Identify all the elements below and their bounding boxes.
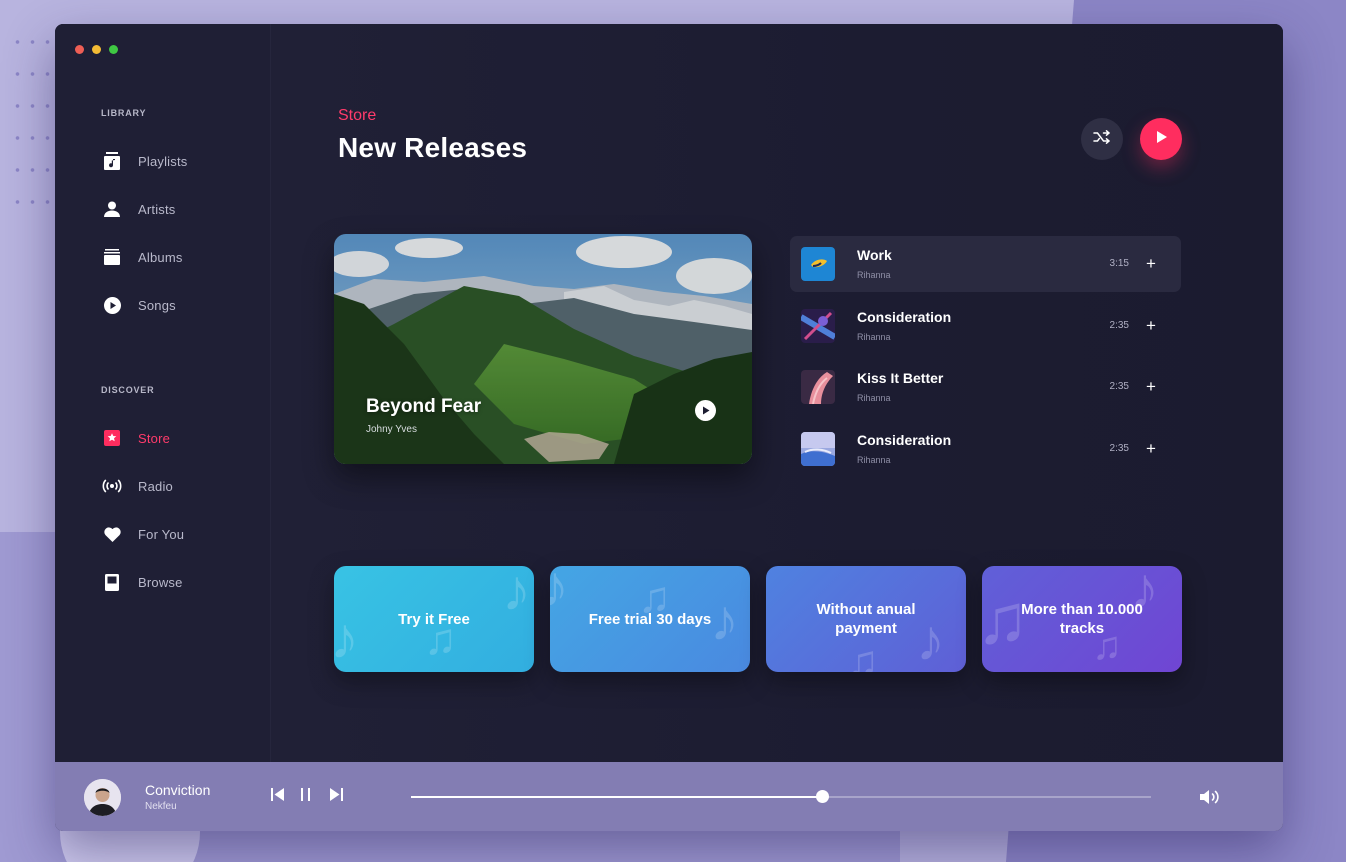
play-icon <box>702 402 710 420</box>
track-duration: 3:15 <box>1109 258 1129 269</box>
track-list: Work Rihanna 3:15 + Consideration Rihann… <box>790 236 1181 482</box>
window-controls <box>75 45 118 54</box>
sidebar-item-albums[interactable]: Albums <box>101 246 183 268</box>
now-playing-artist: Nekfeu <box>145 801 177 812</box>
track-title: Work <box>857 247 892 263</box>
add-track-button[interactable]: + <box>1143 437 1159 461</box>
music-note-icon: ♪ <box>550 566 569 619</box>
sidebar-item-songs[interactable]: Songs <box>101 294 176 316</box>
promo-text: Try it Free <box>398 610 470 628</box>
volume-button[interactable] <box>1198 787 1222 807</box>
background-dots <box>10 26 50 226</box>
promo-card-free-trial[interactable]: ♪ ♫ ♪ Free trial 30 days <box>550 566 750 672</box>
radio-icon <box>101 475 123 497</box>
breadcrumb[interactable]: Store <box>338 107 376 125</box>
shuffle-button[interactable] <box>1081 118 1123 160</box>
track-thumbnail <box>801 308 835 343</box>
pause-icon <box>300 787 312 807</box>
pause-button[interactable] <box>297 788 315 806</box>
user-icon <box>101 198 123 220</box>
track-duration: 2:35 <box>1109 381 1129 392</box>
play-circle-icon <box>101 294 123 316</box>
star-badge-icon <box>101 427 123 449</box>
sidebar-item-store[interactable]: Store <box>101 427 170 449</box>
track-row[interactable]: Consideration Rihanna 2:35 + <box>790 298 1181 354</box>
library-section-title: LIBRARY <box>101 108 147 118</box>
track-thumbnail <box>801 431 835 466</box>
music-note-icon: ♪ <box>334 606 359 671</box>
close-window-button[interactable] <box>75 45 84 54</box>
discover-section-title: DISCOVER <box>101 385 155 395</box>
track-artist: Rihanna <box>857 270 891 280</box>
sidebar-item-playlists[interactable]: Playlists <box>101 150 187 172</box>
promo-card-try-free[interactable]: ♪ ♫ ♪ Try it Free <box>334 566 534 672</box>
sidebar-item-radio[interactable]: Radio <box>101 475 173 497</box>
track-duration: 2:35 <box>1109 442 1129 454</box>
track-title: Consideration <box>857 431 952 448</box>
heart-icon <box>101 523 123 545</box>
sidebar-item-label: Artists <box>138 201 176 217</box>
sidebar-item-artists[interactable]: Artists <box>101 198 176 220</box>
promo-card-no-annual[interactable]: ♪ ♫ Without anual payment <box>766 566 966 672</box>
shuffle-icon <box>1093 129 1111 149</box>
promo-text: Without anual payment <box>816 601 916 637</box>
sidebar-item-label: Store <box>138 430 171 446</box>
add-track-button[interactable]: + <box>1143 375 1159 399</box>
track-duration: 2:35 <box>1109 319 1129 331</box>
next-button[interactable] <box>327 788 345 806</box>
page-title: New Releases <box>338 132 528 163</box>
skip-forward-icon <box>329 787 344 807</box>
now-playing-title: Conviction <box>145 782 211 798</box>
progress-handle[interactable] <box>815 790 829 803</box>
main-content: Store New Releases Beyond Fear Johny Yve… <box>271 24 1283 762</box>
track-row[interactable]: Consideration Rihanna 2:35 + <box>790 421 1181 477</box>
skip-back-icon <box>270 787 285 807</box>
sidebar-item-label: Playlists <box>138 153 188 169</box>
sidebar-item-label: Radio <box>138 478 173 494</box>
playlist-icon <box>101 150 123 172</box>
sidebar-item-label: For You <box>138 526 185 542</box>
play-all-button[interactable] <box>1140 118 1182 160</box>
avatar[interactable] <box>84 779 121 816</box>
app-window: LIBRARY Playlists Artists Albums Songs D… <box>55 24 1283 831</box>
promo-text: More than 10.000 tracks <box>1021 601 1143 637</box>
promo-text: Free trial 30 days <box>588 610 712 628</box>
track-title: Kiss It Better <box>857 370 944 386</box>
albums-icon <box>101 246 123 268</box>
maximize-window-button[interactable] <box>109 45 118 54</box>
previous-button[interactable] <box>268 788 286 806</box>
track-thumbnail <box>801 247 835 281</box>
sidebar-item-label: Songs <box>138 297 176 313</box>
sidebar-item-label: Albums <box>138 249 183 265</box>
music-note-icon: ♫ <box>846 637 879 673</box>
track-row[interactable]: Kiss It Better Rihanna 2:35 + <box>790 359 1181 415</box>
music-note-icon: ♪ <box>502 566 531 623</box>
sidebar-item-label: Browse <box>138 574 183 590</box>
play-icon <box>1155 130 1168 149</box>
progress-slider[interactable] <box>411 790 1151 803</box>
track-artist: Rihanna <box>857 454 891 465</box>
sidebar: LIBRARY Playlists Artists Albums Songs D… <box>55 24 271 762</box>
featured-album-artist: Johny Yves <box>366 424 417 435</box>
volume-icon <box>1198 790 1222 811</box>
sidebar-item-browse[interactable]: Browse <box>101 571 183 593</box>
featured-album-card[interactable]: Beyond Fear Johny Yves <box>334 234 752 464</box>
track-row[interactable]: Work Rihanna 3:15 + <box>790 236 1181 292</box>
sidebar-item-for-you[interactable]: For You <box>101 523 184 545</box>
track-artist: Rihanna <box>857 331 891 342</box>
track-title: Consideration <box>857 308 952 325</box>
promo-card-tracks[interactable]: ♫ ♪ ♫ More than 10.000 tracks <box>982 566 1182 672</box>
track-artist: Rihanna <box>857 393 891 403</box>
add-track-button[interactable]: + <box>1143 314 1159 338</box>
featured-album-title: Beyond Fear <box>366 396 482 417</box>
minimize-window-button[interactable] <box>92 45 101 54</box>
now-playing-bar: Conviction Nekfeu <box>55 762 1283 831</box>
track-thumbnail <box>801 370 835 404</box>
browse-icon <box>101 571 123 593</box>
featured-play-button[interactable] <box>695 400 716 421</box>
add-track-button[interactable]: + <box>1143 252 1159 276</box>
progress-fill <box>411 796 822 798</box>
